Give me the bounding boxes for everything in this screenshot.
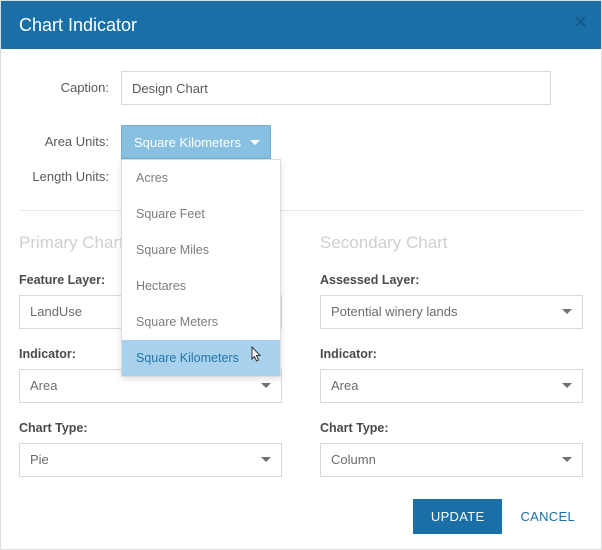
- divider: [19, 210, 583, 211]
- chevron-down-icon: [250, 140, 260, 145]
- update-button[interactable]: UPDATE: [413, 499, 503, 534]
- area-units-row: Area Units: Square Kilometers Acres Squa…: [19, 125, 583, 159]
- length-units-label: Length Units:: [19, 169, 121, 186]
- dialog-titlebar: Chart Indicator ×: [1, 1, 601, 49]
- chevron-down-icon: [562, 457, 572, 462]
- assessed-layer-select[interactable]: Potential winery lands: [320, 295, 583, 329]
- pointer-cursor-icon: [247, 346, 264, 371]
- primary-chart-type-value: Pie: [30, 452, 49, 467]
- chevron-down-icon: [562, 309, 572, 314]
- feature-layer-value: LandUse: [30, 304, 82, 319]
- cancel-button[interactable]: CANCEL: [514, 499, 581, 534]
- secondary-chart-type-select[interactable]: Column: [320, 443, 583, 477]
- dialog-content: Caption: Area Units: Square Kilometers A…: [1, 49, 601, 549]
- secondary-indicator-label: Indicator:: [320, 347, 583, 361]
- caption-row: Caption:: [19, 71, 583, 105]
- chevron-down-icon: [261, 383, 271, 388]
- area-units-dropdown: Acres Square Feet Square Miles Hectares …: [121, 159, 281, 377]
- dropdown-item-square-kilometers[interactable]: Square Kilometers: [122, 340, 280, 376]
- secondary-chart-type-label: Chart Type:: [320, 421, 583, 435]
- secondary-chart-column: Secondary Chart Assessed Layer: Potentia…: [320, 233, 583, 485]
- secondary-indicator-value: Area: [331, 378, 358, 393]
- secondary-chart-type-value: Column: [331, 452, 376, 467]
- caption-label: Caption:: [19, 80, 121, 97]
- charts-row: Primary Chart Feature Layer: LandUse Ind…: [19, 233, 583, 485]
- dialog-title: Chart Indicator: [19, 15, 137, 36]
- primary-chart-type-label: Chart Type:: [19, 421, 282, 435]
- secondary-indicator-select[interactable]: Area: [320, 369, 583, 403]
- dropdown-item-acres[interactable]: Acres: [122, 160, 280, 196]
- area-units-label: Area Units:: [19, 134, 121, 151]
- assessed-layer-value: Potential winery lands: [331, 304, 457, 319]
- area-units-select[interactable]: Square Kilometers: [121, 125, 271, 159]
- length-units-row: Length Units:: [19, 169, 583, 186]
- assessed-layer-label: Assessed Layer:: [320, 273, 583, 287]
- secondary-heading: Secondary Chart: [320, 233, 583, 253]
- close-icon[interactable]: ×: [574, 11, 587, 33]
- dropdown-item-square-feet[interactable]: Square Feet: [122, 196, 280, 232]
- caption-input[interactable]: [121, 71, 551, 105]
- dialog-footer: UPDATE CANCEL: [19, 485, 583, 536]
- primary-indicator-value: Area: [30, 378, 57, 393]
- dropdown-item-square-miles[interactable]: Square Miles: [122, 232, 280, 268]
- primary-chart-type-select[interactable]: Pie: [19, 443, 282, 477]
- area-units-select-wrap: Square Kilometers Acres Square Feet Squa…: [121, 125, 271, 159]
- chevron-down-icon: [261, 457, 271, 462]
- dropdown-item-hectares[interactable]: Hectares: [122, 268, 280, 304]
- area-units-value: Square Kilometers: [134, 135, 241, 150]
- chevron-down-icon: [562, 383, 572, 388]
- dropdown-item-square-meters[interactable]: Square Meters: [122, 304, 280, 340]
